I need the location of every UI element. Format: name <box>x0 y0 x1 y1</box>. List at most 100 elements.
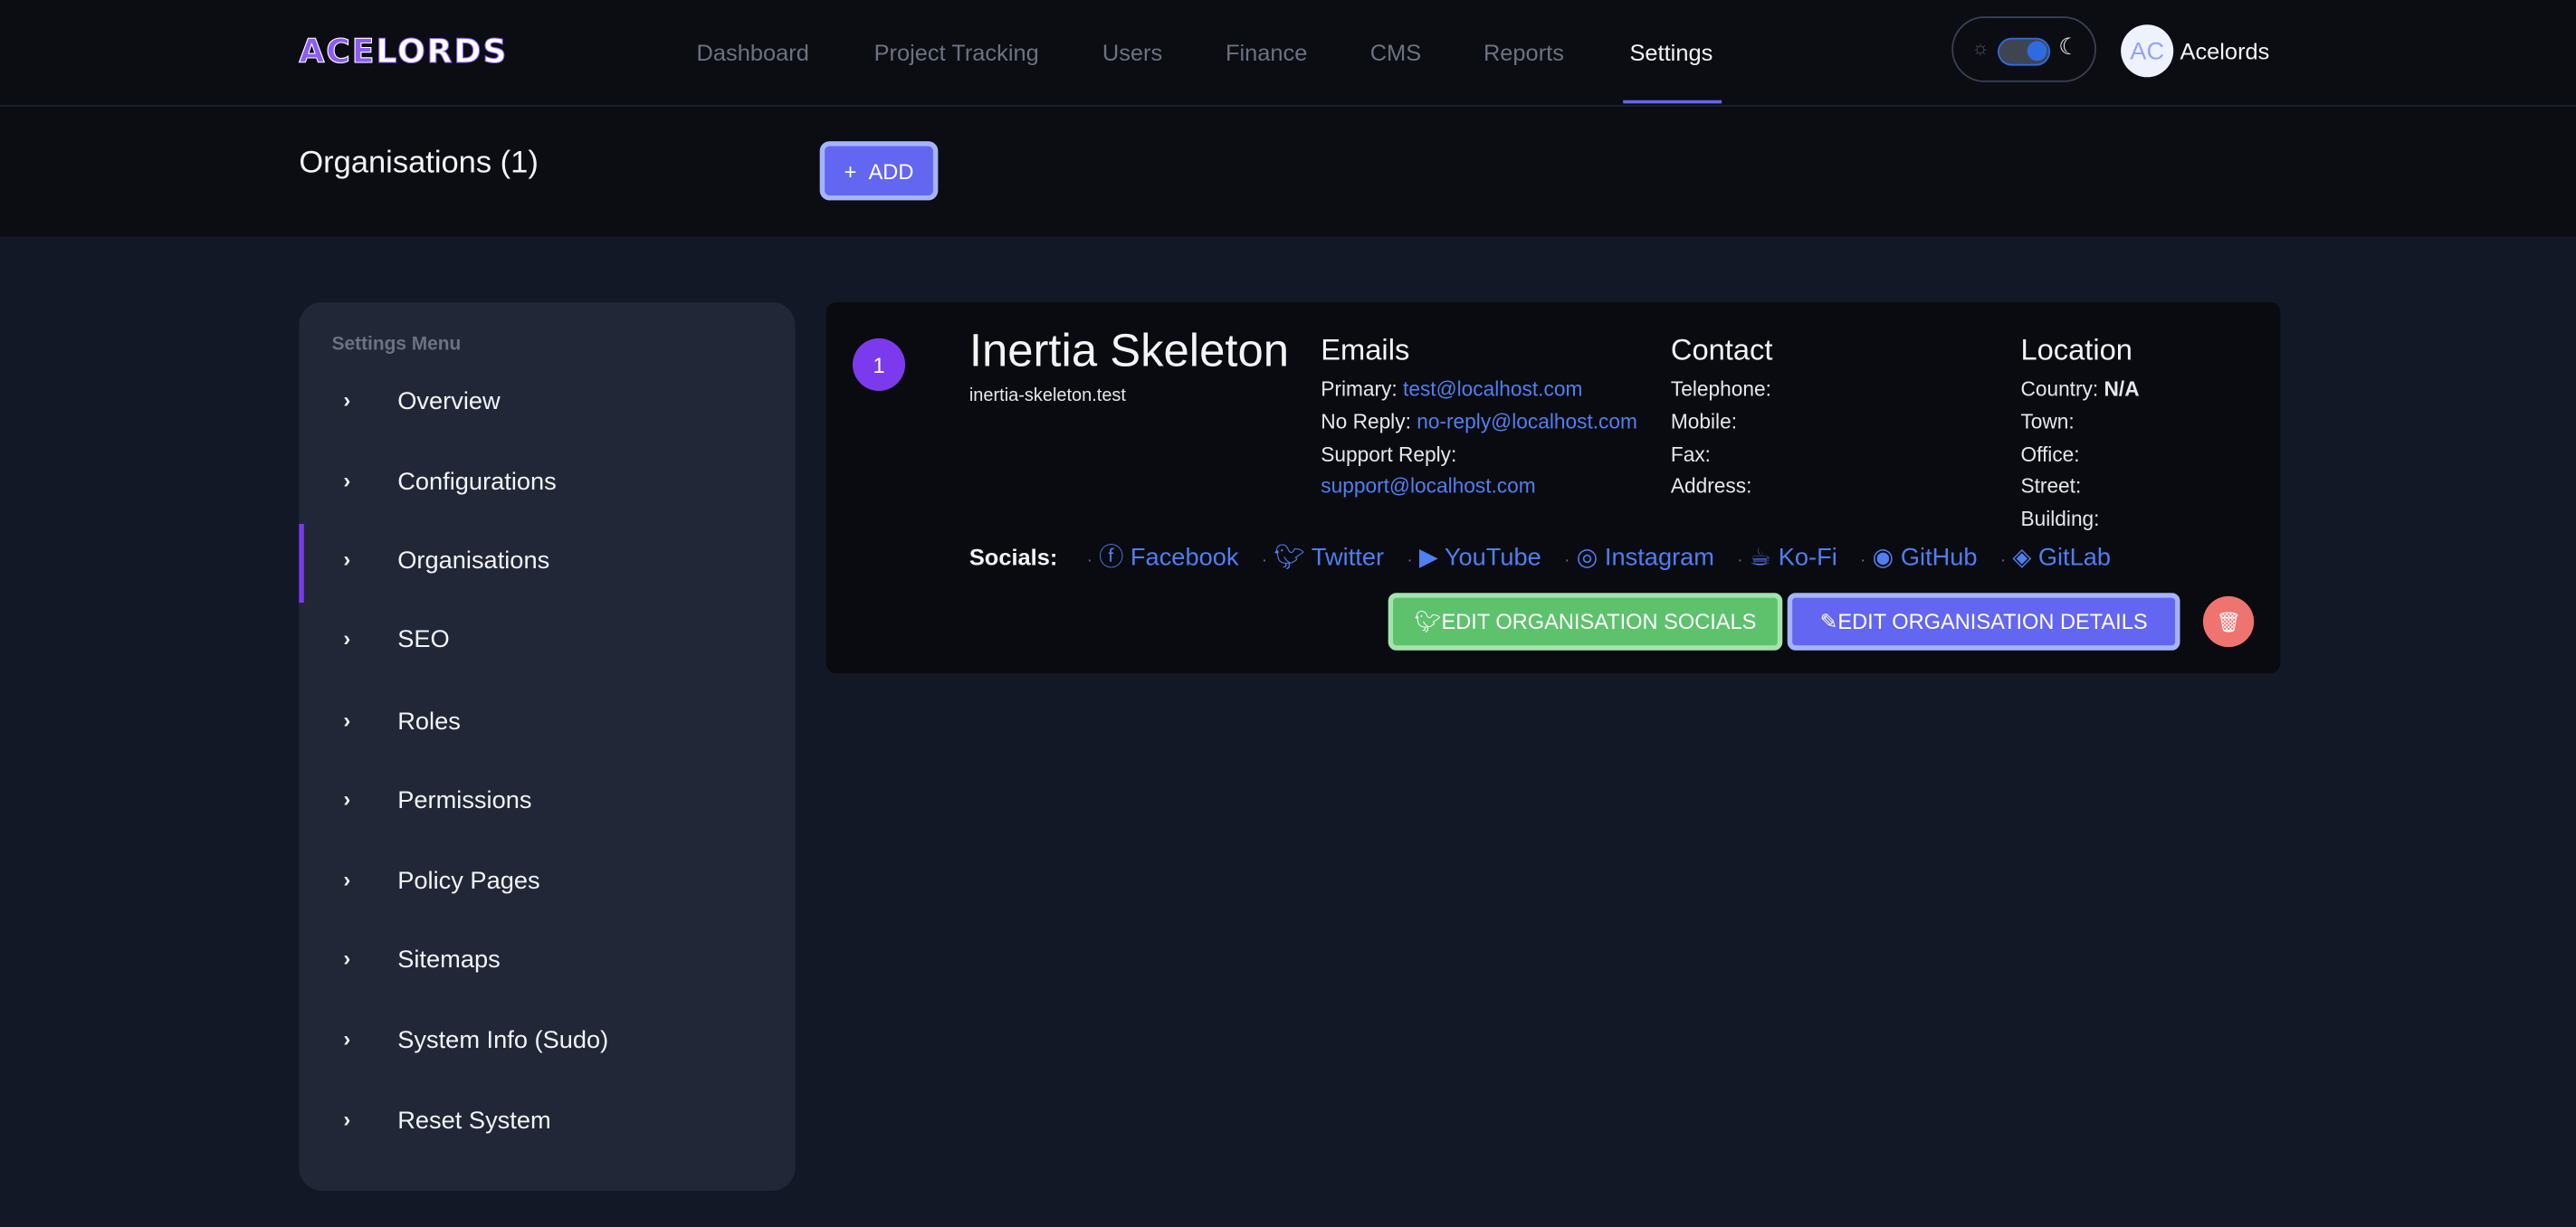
org-name: Inertia Skeleton <box>968 325 1290 376</box>
social-link-instagram[interactable]: ◎ Instagram <box>1577 544 1714 572</box>
org-index-badge: 1 <box>852 338 906 391</box>
youtube-icon: ▶ <box>1418 543 1445 572</box>
org-domain: inertia-skeleton.test <box>968 385 1126 406</box>
edit-socials-label: EDIT ORGANISATION SOCIALS <box>1441 609 1757 634</box>
top-navbar: ACELORDS Dashboard Project Tracking User… <box>0 0 2576 107</box>
building-label: Building: <box>2020 508 2100 531</box>
social-link-gitlab[interactable]: ◈ GitLab <box>2012 544 2111 572</box>
nav-cms[interactable]: CMS <box>1370 40 1421 66</box>
theme-toggle[interactable]: ☼ ☾ <box>1951 16 2096 82</box>
sun-icon: ☼ <box>1971 35 1989 60</box>
contact-section: Contact Telephone: Mobile: Fax: Address: <box>1671 332 1773 505</box>
support-email-link[interactable]: support@localhost.com <box>1321 472 1649 505</box>
primary-email-link[interactable]: test@localhost.com <box>1403 377 1582 400</box>
location-section: Location Country: N/A Town: Office: Stre… <box>2020 332 2139 537</box>
sidebar-item-system-info-sudo[interactable]: › System Info (Sudo) <box>299 1013 795 1072</box>
user-name[interactable]: Acelords <box>2180 38 2270 64</box>
avatar[interactable]: AC <box>2121 24 2174 78</box>
social-link-twitter[interactable]: 🐦︎ Twitter <box>1274 544 1384 572</box>
gitlab-icon: ◈ <box>2012 543 2038 572</box>
social-label: Ko-Fi <box>1778 543 1837 572</box>
sidebar-item-roles[interactable]: › Roles <box>299 695 795 754</box>
sidebar-item-configurations[interactable]: › Configurations <box>299 455 795 514</box>
socials-row: Socials: · ⓕ Facebook · 🐦︎ Twitter · ▶ YouTub… <box>969 538 2134 573</box>
sidebar-item-permissions[interactable]: › Permissions <box>299 774 795 832</box>
noreply-label: No Reply: <box>1321 410 1411 433</box>
nav-users[interactable]: Users <box>1102 40 1162 66</box>
sidebar-item-policy-pages[interactable]: › Policy Pages <box>299 854 795 913</box>
social-link-facebook[interactable]: ⓕ Facebook <box>1099 544 1238 572</box>
nav-settings[interactable]: Settings <box>1629 40 1713 66</box>
edit-details-button[interactable]: ✎ EDIT ORGANISATION DETAILS <box>1787 593 2180 651</box>
separator-dot: · <box>1999 551 2007 570</box>
ko-fi-icon: ☕︎ <box>1749 543 1779 572</box>
chevron-right-icon: › <box>343 708 351 733</box>
primary-label: Primary: <box>1321 377 1398 401</box>
sidebar-item-label: SEO <box>397 625 450 654</box>
separator-dot: · <box>1860 551 1866 570</box>
chevron-right-icon: › <box>343 547 351 572</box>
country-label: Country: <box>2020 377 2099 401</box>
sidebar-item-label: Policy Pages <box>397 867 540 896</box>
fax-label: Fax: <box>1670 442 1711 466</box>
chevron-right-icon: › <box>343 946 351 971</box>
chevron-right-icon: › <box>343 387 351 413</box>
support-label: Support Reply: <box>1321 442 1457 466</box>
sidebar-item-label: Organisations <box>397 547 550 575</box>
github-icon: ◉ <box>1872 543 1901 572</box>
instagram-icon: ◎ <box>1576 543 1605 572</box>
sidebar-title: Settings Menu <box>331 335 462 356</box>
logo[interactable]: ACELORDS <box>299 31 508 71</box>
sidebar-item-label: Permissions <box>397 786 532 815</box>
sidebar-item-overview[interactable]: › Overview <box>299 375 795 433</box>
nav-reports[interactable]: Reports <box>1484 40 1564 66</box>
social-link-youtube[interactable]: ▶ YouTube <box>1419 544 1541 572</box>
pencil-icon: ✎ <box>1819 608 1838 633</box>
edit-details-label: EDIT ORGANISATION DETAILS <box>1837 609 2148 634</box>
location-title: Location <box>2020 333 2132 366</box>
social-label: GitHub <box>1900 543 1978 572</box>
chevron-right-icon: › <box>343 468 351 493</box>
street-label: Street: <box>2020 475 2082 499</box>
separator-dot: · <box>1407 551 1413 570</box>
social-label: Instagram <box>1604 543 1714 572</box>
switch-knob <box>2027 41 2047 62</box>
sidebar-item-reset-system[interactable]: › Reset System <box>299 1094 795 1153</box>
social-label: Facebook <box>1130 543 1239 572</box>
noreply-email-link[interactable]: no-reply@localhost.com <box>1417 410 1637 433</box>
delete-button[interactable]: 🗑︎ <box>2202 595 2255 648</box>
office-label: Office: <box>2020 442 2080 466</box>
plus-icon: + <box>844 158 869 184</box>
telephone-label: Telephone: <box>1670 377 1771 401</box>
nav-project-tracking[interactable]: Project Tracking <box>874 40 1039 66</box>
theme-switch[interactable] <box>1998 37 2051 66</box>
sidebar-item-sitemaps[interactable]: › Sitemaps <box>299 933 795 992</box>
settings-sidebar: Settings Menu › Overview › Configurations › O… <box>299 301 796 1191</box>
address-label: Address: <box>1670 475 1752 499</box>
sidebar-item-label: Roles <box>397 708 461 737</box>
sidebar-item-label: Sitemaps <box>397 946 501 975</box>
sidebar-item-seo[interactable]: › SEO <box>299 613 795 671</box>
separator-dot: · <box>1086 551 1092 570</box>
emails-section: Emails Primary: test@localhost.com No Re… <box>1321 332 1649 505</box>
sidebar-item-label: Reset System <box>397 1107 551 1136</box>
add-button[interactable]: + ADD <box>819 141 939 201</box>
sidebar-item-label: Configurations <box>397 468 557 497</box>
chevron-right-icon: › <box>343 1026 351 1051</box>
social-link-ko-fi[interactable]: ☕︎ Ko-Fi <box>1750 544 1837 572</box>
page-title: Organisations (1) <box>299 146 539 181</box>
town-label: Town: <box>2020 410 2075 433</box>
separator-dot: · <box>1564 551 1570 570</box>
twitter-icon: 🐦︎ <box>1414 608 1442 633</box>
contact-title: Contact <box>1670 333 1773 366</box>
social-link-github[interactable]: ◉ GitHub <box>1873 544 1978 572</box>
sidebar-item-organisations[interactable]: › Organisations <box>299 523 795 604</box>
separator-dot: · <box>1261 551 1267 570</box>
moon-icon: ☾ <box>2058 33 2079 60</box>
facebook-icon: ⓕ <box>1099 543 1131 572</box>
emails-title: Emails <box>1321 333 1410 366</box>
twitter-icon: 🐦︎ <box>1274 543 1312 572</box>
edit-socials-button[interactable]: 🐦︎ EDIT ORGANISATION SOCIALS <box>1388 593 1783 651</box>
nav-dashboard[interactable]: Dashboard <box>697 40 809 66</box>
nav-finance[interactable]: Finance <box>1226 40 1307 66</box>
